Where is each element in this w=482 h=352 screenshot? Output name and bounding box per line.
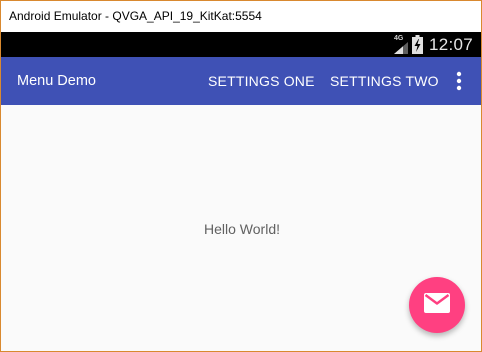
battery-charging-icon (411, 35, 423, 54)
signal-icon: 4G (393, 35, 408, 55)
window-title: Android Emulator - QVGA_API_19_KitKat:55… (9, 9, 262, 23)
settings-one-button[interactable]: SETTINGS ONE (208, 73, 315, 89)
hello-text: Hello World! (204, 221, 280, 237)
status-clock: 12:07 (428, 34, 473, 54)
main-content: Hello World! (1, 105, 481, 351)
android-status-bar: 4G 12:07 (1, 32, 481, 57)
email-fab-button[interactable] (409, 277, 465, 333)
settings-two-button[interactable]: SETTINGS TWO (330, 73, 439, 89)
app-toolbar: Menu Demo SETTINGS ONE SETTINGS TWO (1, 57, 481, 105)
status-icons: 4G 12:07 (393, 34, 473, 55)
window-titlebar: Android Emulator - QVGA_API_19_KitKat:55… (1, 1, 481, 32)
more-vert-icon[interactable] (450, 69, 468, 93)
email-icon (424, 292, 450, 318)
app-title: Menu Demo (17, 73, 96, 89)
emulator-window: Android Emulator - QVGA_API_19_KitKat:55… (0, 0, 482, 352)
